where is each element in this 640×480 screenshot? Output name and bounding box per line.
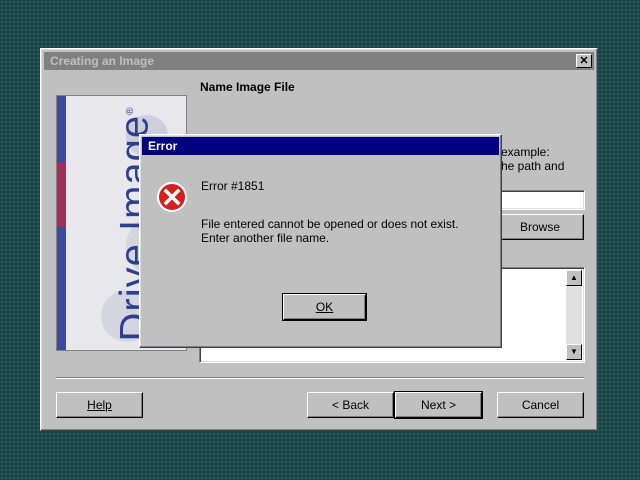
wizard-close-button[interactable]: ✕ — [576, 54, 592, 68]
help-button[interactable]: Help — [56, 392, 143, 418]
help-button-label: Help — [87, 398, 112, 412]
cancel-button[interactable]: Cancel — [497, 392, 584, 418]
error-message-line-2: Enter another file name. — [201, 231, 330, 245]
ok-button-label: OK — [315, 300, 334, 314]
next-button[interactable]: Next > — [394, 391, 483, 419]
scroll-down-arrow-icon[interactable]: ▼ — [566, 344, 582, 360]
listbox-scrollbar[interactable]: ▲ ▼ — [566, 270, 582, 360]
back-button[interactable]: < Back — [307, 392, 394, 418]
page-heading: Name Image File — [200, 80, 295, 94]
description-line-2: he path and — [501, 159, 565, 173]
error-dialog-title-bar[interactable]: Error — [142, 137, 499, 155]
error-x-icon — [157, 182, 187, 212]
next-button-label: Next > — [420, 398, 456, 412]
error-code-text: Error #1851 — [201, 179, 265, 193]
button-separator — [56, 377, 584, 379]
ok-button[interactable]: OK — [282, 293, 367, 321]
description-line-1: example: — [501, 145, 550, 159]
error-message-line-1: File entered cannot be opened or does no… — [201, 217, 459, 231]
wizard-title-bar[interactable]: Creating an Image — [44, 52, 594, 70]
browse-button[interactable]: Browse — [496, 214, 584, 240]
file-name-input[interactable] — [489, 190, 585, 210]
banner-stripe-pink — [57, 162, 66, 227]
error-dialog: Error Error #1851 File entered cannot be… — [139, 134, 502, 348]
scroll-up-arrow-icon[interactable]: ▲ — [566, 270, 582, 286]
back-button-label: < Back — [331, 398, 370, 412]
registered-mark: ® — [125, 106, 137, 115]
cancel-button-label: Cancel — [521, 398, 560, 412]
